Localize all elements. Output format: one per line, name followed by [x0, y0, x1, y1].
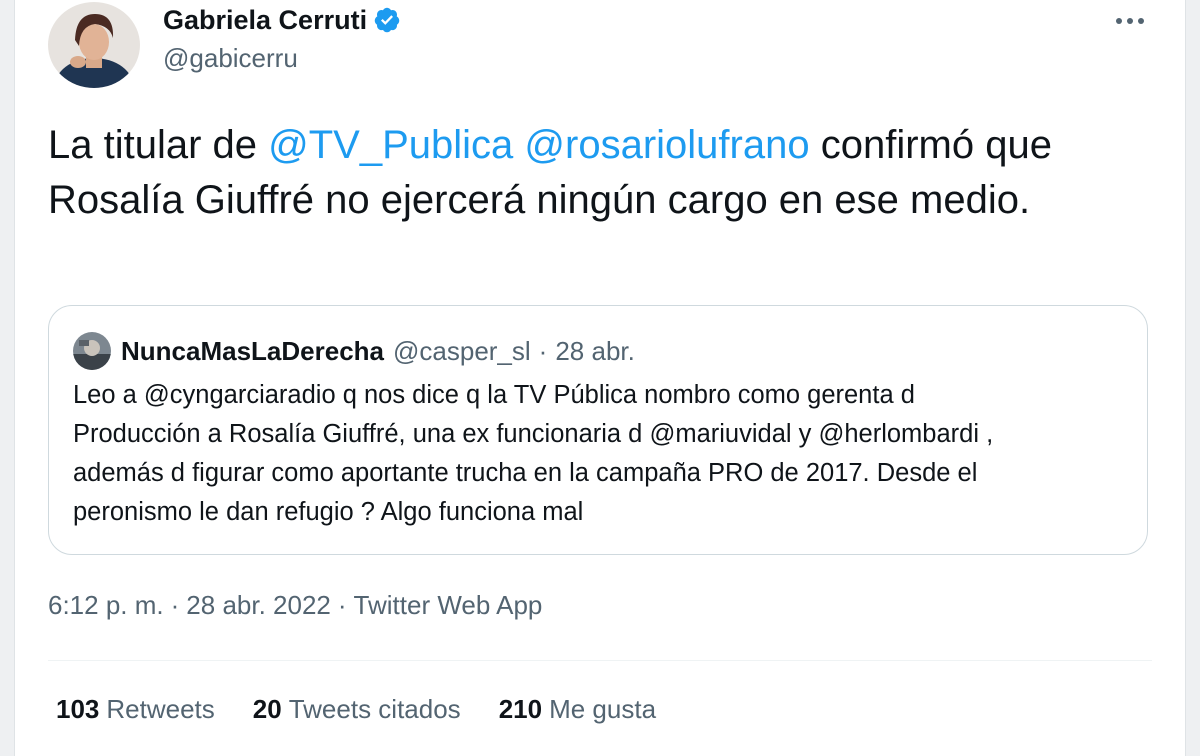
author-display-name[interactable]: Gabriela Cerruti [163, 5, 367, 36]
more-options-icon[interactable] [1108, 6, 1152, 36]
quoted-author-name[interactable]: NuncaMasLaDerecha [121, 336, 384, 367]
quotes-stat[interactable]: 20 Tweets citados [253, 694, 461, 725]
author-handle[interactable]: @gabicerru [163, 43, 298, 74]
likes-stat[interactable]: 210 Me gusta [499, 694, 656, 725]
quotes-count: 20 [252, 694, 282, 724]
quoted-text-line: peronismo le dan refugio ? Algo funciona… [73, 498, 584, 526]
tweet-stats: 103 Retweets 20 Tweets citados 210 Me gusta [56, 694, 694, 725]
author-name-row[interactable]: Gabriela Cerruti [163, 2, 401, 38]
tweet-date[interactable]: 28 abr. 2022 [186, 590, 331, 620]
quoted-text-line: Producción a Rosalía Giuffré, una ex fun… [73, 420, 994, 448]
likes-count: 210 [498, 694, 543, 724]
quoted-separator: · [538, 335, 548, 366]
window-frame-right [1185, 0, 1200, 756]
quoted-tweet-card[interactable]: NuncaMasLaDerecha @casper_sl · 28 abr. L… [48, 305, 1148, 555]
window-frame-left [0, 0, 15, 756]
meta-separator: · [170, 590, 180, 620]
quoted-tweet-header: NuncaMasLaDerecha @casper_sl · 28 abr. [73, 332, 635, 370]
divider [48, 660, 1152, 661]
meta-separator: · [337, 590, 347, 620]
likes-label: Me gusta [549, 694, 657, 724]
author-avatar[interactable] [48, 2, 140, 88]
tweet-text-before: La titular de [48, 123, 269, 167]
retweets-label: Retweets [106, 694, 215, 724]
quoted-tweet-text: Leo a @cyngarciaradio q nos dice q la TV… [73, 376, 1133, 532]
quoted-text-line: Leo a @cyngarciaradio q nos dice q la TV… [73, 381, 915, 409]
quoted-text-line: además d figurar como aportante trucha e… [73, 459, 978, 487]
mention-rosariolufrano[interactable]: @rosariolufrano [524, 123, 809, 167]
retweets-stat[interactable]: 103 Retweets [56, 694, 215, 725]
retweets-count: 103 [56, 694, 100, 724]
quoted-author-avatar[interactable] [73, 332, 111, 370]
tweet-time[interactable]: 6:12 p. m. [48, 590, 164, 620]
tweet-space [513, 123, 524, 167]
quoted-author-handle[interactable]: @casper_sl [393, 336, 531, 367]
tweet-meta: 6:12 p. m. · 28 abr. 2022 · Twitter Web App [48, 590, 542, 621]
quotes-label: Tweets citados [288, 694, 461, 724]
tweet-source[interactable]: Twitter Web App [354, 590, 543, 620]
verified-badge-icon [373, 6, 401, 34]
tweet-text: La titular de @TV_Publica @rosariolufran… [48, 118, 1148, 228]
mention-tv-publica[interactable]: @TV_Publica [268, 123, 513, 167]
quoted-date[interactable]: 28 abr. [555, 336, 635, 367]
